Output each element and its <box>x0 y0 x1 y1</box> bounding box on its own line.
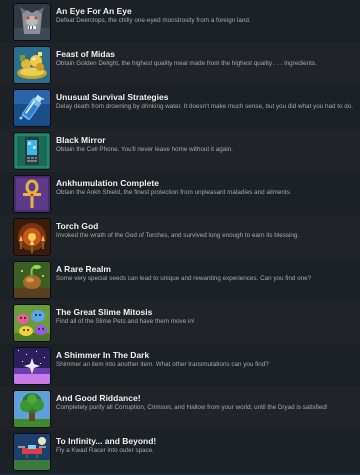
slime-pets-icon <box>14 305 50 341</box>
achievement-title: A Rare Realm <box>56 264 111 274</box>
achievement-row[interactable]: An Eye For An Eye Defeat Deerclops, the … <box>0 0 360 43</box>
werewolf-deerclops-icon <box>14 4 50 40</box>
achievement-title: Ankhumulation Complete <box>56 178 159 188</box>
ankh-shield-icon <box>14 176 50 212</box>
achievement-row[interactable]: A Rare Realm Some very special seeds can… <box>0 258 360 301</box>
kwad-racer-icon <box>14 434 50 470</box>
achievement-description: Completely purify all Corruption, Crimso… <box>56 404 328 411</box>
achievement-title: And Good Riddance! <box>56 393 141 403</box>
achievement-description: Shimmer an item into another item. What … <box>56 361 269 368</box>
achievement-description: Some very special seeds can lead to uniq… <box>56 275 312 282</box>
achievement-description: Obtain Golden Delight, the highest quali… <box>56 60 317 67</box>
cell-phone-icon <box>14 133 50 169</box>
achievement-title: Torch God <box>56 221 99 231</box>
achievement-title: To Infinity... and Beyond! <box>56 436 157 446</box>
achievement-title: An Eye For An Eye <box>56 6 132 16</box>
achievement-row[interactable]: Ankhumulation Complete Obtain the Ankh S… <box>0 172 360 215</box>
achievement-row[interactable]: The Great Slime Mitosis Find all of the … <box>0 301 360 344</box>
achievement-description: Invoked the wrath of the God of Torches,… <box>56 232 300 239</box>
achievement-row[interactable]: A Shimmer In The Dark Shimmer an item in… <box>0 344 360 387</box>
achievement-row[interactable]: Unusual Survival Strategies Delay death … <box>0 86 360 129</box>
achievement-row[interactable]: And Good Riddance! Completely purify all… <box>0 387 360 430</box>
achievement-row[interactable]: Torch God Invoked the wrath of the God o… <box>0 215 360 258</box>
achievement-title: Black Mirror <box>56 135 106 145</box>
achievement-row[interactable]: Black Mirror Obtain the Cell Phone. You'… <box>0 129 360 172</box>
achievement-title: Unusual Survival Strategies <box>56 92 169 102</box>
achievement-title: A Shimmer In The Dark <box>56 350 150 360</box>
achievement-row[interactable]: Feast of Midas Obtain Golden Delight, th… <box>0 43 360 86</box>
tree-icon <box>14 391 50 427</box>
achievement-description: Defeat Deerclops, the chilly one-eyed mo… <box>56 17 251 24</box>
achievement-title: Feast of Midas <box>56 49 116 59</box>
achievement-description: Find all of the Slime Pets and have them… <box>56 318 195 325</box>
torch-god-icon <box>14 219 50 255</box>
achievement-description: Delay death from drowning by drinking wa… <box>56 103 353 110</box>
achievement-list: An Eye For An Eye Defeat Deerclops, the … <box>0 0 360 475</box>
achievement-row[interactable]: To Infinity... and Beyond! Fly a Kwad Ra… <box>0 430 360 473</box>
achievement-description: Obtain the Cell Phone. You'll never leav… <box>56 146 233 153</box>
seed-icon <box>14 262 50 298</box>
shimmer-icon <box>14 348 50 384</box>
golden-feast-icon <box>14 47 50 83</box>
achievement-description: Obtain the Ankh Shield, the finest prote… <box>56 189 292 196</box>
achievement-description: Fly a Kwad Racer into outer space. <box>56 447 154 454</box>
water-bottle-icon <box>14 90 50 126</box>
achievement-title: The Great Slime Mitosis <box>56 307 153 317</box>
